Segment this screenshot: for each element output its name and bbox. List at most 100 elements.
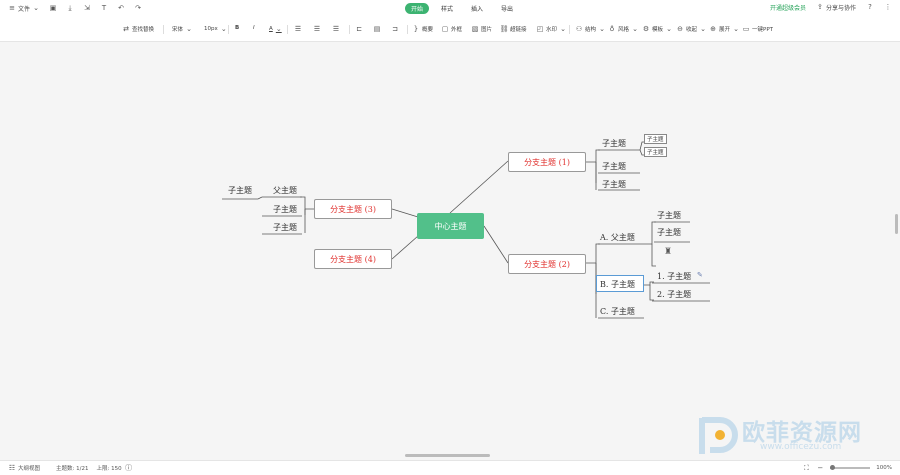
image-placeholder-icon[interactable]: ♜ bbox=[661, 247, 675, 261]
chevron-down-icon: ⌄ bbox=[666, 24, 672, 33]
branch-topic-3[interactable]: 分支主题 (3) bbox=[314, 199, 392, 219]
horizontal-scrollbar[interactable] bbox=[405, 454, 490, 457]
ppt-icon: ▭ bbox=[742, 24, 750, 33]
collapse-button[interactable]: ⊖ 收起 ⌄ bbox=[676, 25, 707, 33]
template-button[interactable]: ⚙ 模板 ⌄ bbox=[642, 25, 673, 33]
attachment-icon[interactable]: ✎ bbox=[697, 271, 703, 279]
connector bbox=[644, 221, 656, 245]
subtopic[interactable]: 子主题 bbox=[602, 179, 626, 190]
subtopic[interactable]: 子主题 bbox=[657, 227, 681, 238]
center-topic[interactable]: 中心主题 bbox=[417, 213, 484, 239]
expand-button[interactable]: ⊕ 展开 ⌄ bbox=[709, 25, 740, 33]
bold-button[interactable]: B bbox=[235, 25, 239, 31]
connector bbox=[391, 208, 419, 218]
outline-button[interactable]: ▢ 外框 bbox=[441, 25, 462, 33]
tab-start[interactable]: 开始 bbox=[405, 3, 430, 14]
image-button[interactable]: ▧ 图片 bbox=[471, 25, 492, 33]
insert-parent-button[interactable]: ⊐ bbox=[391, 25, 399, 33]
font-size-select[interactable]: 10px ⌄ bbox=[204, 25, 228, 33]
chevron-down-icon: ⌄ bbox=[220, 24, 227, 33]
outline-view-icon: ☷ bbox=[8, 463, 16, 472]
export-ppt-button[interactable]: ▭ 一键PPT bbox=[742, 25, 773, 33]
subtopic[interactable]: 子主题 bbox=[657, 210, 681, 221]
divider bbox=[569, 25, 570, 34]
subtopic[interactable]: 子主题 bbox=[602, 138, 626, 149]
help-icon[interactable]: ? bbox=[866, 4, 874, 12]
tab-insert[interactable]: 插入 bbox=[465, 3, 489, 14]
tab-export[interactable]: 导出 bbox=[495, 3, 519, 14]
align-right-button[interactable]: ☰ bbox=[332, 25, 340, 33]
subtopic-c[interactable]: C. 子主题 bbox=[600, 306, 635, 317]
format-painter-icon[interactable]: T bbox=[100, 5, 108, 13]
subtopic[interactable]: 1. 子主题 bbox=[657, 271, 691, 282]
layout-button[interactable]: ⚇ 结构 ⌄ bbox=[575, 25, 606, 33]
italic-icon: I bbox=[253, 25, 255, 31]
parent-topic-icon: ⊐ bbox=[392, 24, 398, 33]
divider bbox=[407, 25, 408, 34]
find-replace-icon: ⇄ bbox=[123, 24, 129, 33]
parent-topic[interactable]: 父主题 bbox=[273, 185, 297, 196]
download-icon[interactable]: ⤓ bbox=[66, 5, 74, 13]
italic-button[interactable]: I bbox=[253, 25, 255, 31]
connector-lines bbox=[222, 141, 710, 319]
image-icon: ▧ bbox=[471, 24, 479, 33]
subtopic-b[interactable]: B. 子主题 bbox=[600, 279, 635, 290]
mindmap-canvas[interactable]: 中心主题 分支主题 (1) 分支主题 (2) 分支主题 (3) 分支主题 (4)… bbox=[0, 42, 900, 456]
zoom-out-icon[interactable]: − bbox=[816, 464, 824, 472]
export-icon[interactable]: ⇲ bbox=[83, 5, 91, 13]
info-icon[interactable]: ⓘ bbox=[125, 464, 133, 472]
insert-subtopic-button[interactable]: ▤ bbox=[373, 25, 381, 33]
subtopic[interactable]: 子主题 bbox=[273, 204, 297, 215]
outline-label: 外框 bbox=[451, 27, 463, 33]
branch-topic-1[interactable]: 分支主题 (1) bbox=[508, 152, 586, 172]
connector bbox=[585, 149, 600, 163]
find-replace-button[interactable]: ⇄ 查找替换 bbox=[122, 25, 154, 33]
file-menu[interactable]: ≡ 文件 ⌄ bbox=[8, 4, 40, 14]
style-button[interactable]: ♁ 风格 ⌄ bbox=[608, 25, 639, 33]
align-center-button[interactable]: ☰ bbox=[313, 25, 321, 33]
save-icon[interactable]: ▣ bbox=[49, 5, 57, 13]
vertical-scrollbar[interactable] bbox=[895, 214, 898, 234]
style-icon: ♁ bbox=[609, 24, 615, 33]
subtopic[interactable]: 子主题 bbox=[602, 161, 626, 172]
align-left-button[interactable]: ☰ bbox=[294, 25, 302, 33]
font-family-value: 宋体 bbox=[172, 27, 184, 33]
watermark-button[interactable]: ◰ 水印 ⌄ bbox=[536, 25, 567, 33]
branch-topic-2[interactable]: 分支主题 (2) bbox=[508, 254, 586, 274]
font-family-select[interactable]: 宋体 ⌄ bbox=[172, 25, 193, 33]
subtopic-small[interactable]: 子主题 bbox=[644, 147, 667, 157]
top-bar: ≡ 文件 ⌄ ▣ ⤓ ⇲ T ↶ ↷ 开始 样式 插入 导出 开通超级会员 ⇪ … bbox=[0, 0, 900, 17]
topic-icon: ⊏ bbox=[356, 24, 362, 33]
subtopic-small[interactable]: 子主题 bbox=[644, 134, 667, 144]
font-color-button[interactable]: A ⌄ bbox=[269, 25, 283, 33]
expand-icon: ⊕ bbox=[710, 24, 716, 33]
watermark-url: www.officezu.com bbox=[760, 442, 842, 452]
image-label: 图片 bbox=[481, 27, 493, 33]
undo-icon[interactable]: ↶ bbox=[117, 5, 125, 13]
hyperlink-button[interactable]: ⛓ 超链接 bbox=[500, 25, 527, 33]
font-color-icon: A bbox=[269, 26, 273, 32]
outline-view-button[interactable]: ☷ 大纲视图 bbox=[8, 464, 40, 472]
ribbon-tabs: 开始 样式 插入 导出 bbox=[405, 3, 519, 14]
share-button[interactable]: ⇪ 分享与协作 bbox=[816, 3, 856, 13]
find-replace-label: 查找替换 bbox=[132, 27, 155, 33]
branch-topic-4[interactable]: 分支主题 (4) bbox=[314, 249, 392, 269]
zoom-slider-handle[interactable] bbox=[830, 465, 836, 470]
link-icon: ⛓ bbox=[499, 24, 509, 33]
subtopic-a[interactable]: A. 父主题 bbox=[600, 232, 635, 243]
zoom-level: 100% bbox=[876, 465, 892, 471]
vip-link[interactable]: 开通超级会员 bbox=[770, 3, 806, 12]
subtopic[interactable]: 子主题 bbox=[228, 185, 252, 196]
menu-icon: ≡ bbox=[9, 4, 15, 12]
redo-icon[interactable]: ↷ bbox=[134, 5, 142, 13]
summary-button[interactable]: } 概要 bbox=[412, 25, 433, 33]
tab-style[interactable]: 样式 bbox=[435, 3, 459, 14]
watermark-logo-icon bbox=[699, 417, 738, 454]
status-bar: ☷ 大纲视图 主题数: 1/21 上限: 150 ⓘ ⛶ − 100% bbox=[0, 460, 900, 475]
insert-topic-button[interactable]: ⊏ bbox=[355, 25, 363, 33]
subtopic[interactable]: 子主题 bbox=[273, 222, 297, 233]
fit-screen-icon[interactable]: ⛶ bbox=[802, 464, 810, 472]
zoom-slider[interactable] bbox=[830, 465, 871, 470]
subtopic[interactable]: 2. 子主题 bbox=[657, 289, 691, 300]
more-icon[interactable]: ⋮ bbox=[884, 4, 892, 12]
